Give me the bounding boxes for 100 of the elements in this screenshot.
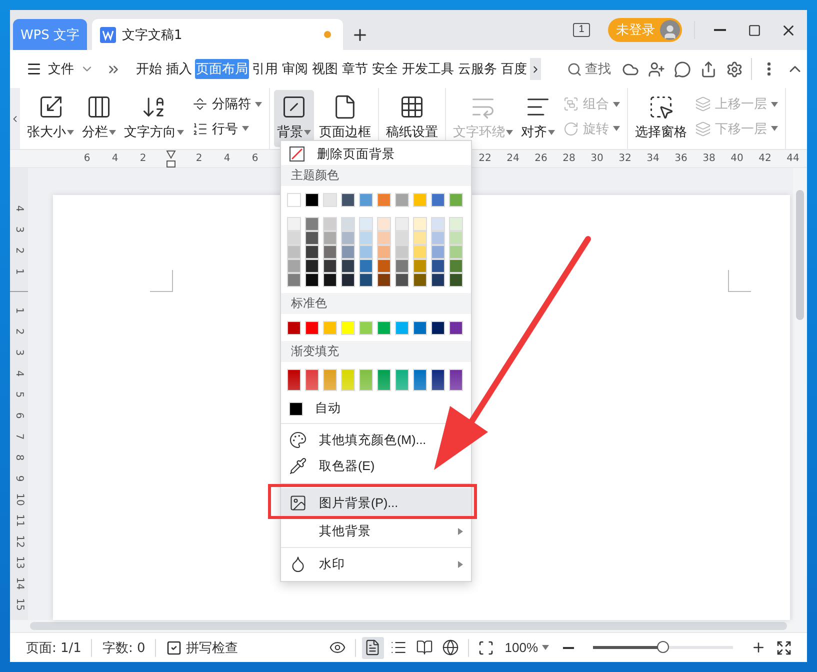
menu-item[interactable]: 自动 — [281, 397, 349, 420]
menu-item[interactable]: 水印 — [281, 551, 471, 577]
ribbon-tab[interactable]: 开始 — [135, 59, 163, 79]
color-swatch[interactable] — [431, 231, 445, 245]
color-swatch[interactable] — [395, 259, 409, 273]
color-swatch[interactable] — [341, 231, 355, 245]
ribbon-button[interactable]: 分隔符 — [189, 94, 265, 114]
color-swatch[interactable] — [341, 259, 355, 273]
scrollbar-thumb[interactable] — [796, 190, 804, 320]
color-swatch[interactable] — [323, 245, 337, 259]
color-swatch[interactable] — [323, 273, 337, 287]
scroll-tabs-button[interactable] — [530, 58, 541, 80]
color-swatch[interactable] — [359, 245, 373, 259]
color-swatch[interactable] — [287, 245, 301, 259]
spell-check-button[interactable]: 拼写检查 — [160, 638, 244, 656]
color-swatch[interactable] — [323, 259, 337, 273]
zoom-slider-thumb[interactable] — [657, 641, 669, 653]
color-swatch[interactable] — [323, 321, 337, 335]
color-swatch[interactable] — [305, 231, 319, 245]
gradient-swatch[interactable] — [395, 369, 409, 391]
zoom-level-button[interactable]: 100% — [498, 640, 555, 655]
color-swatch[interactable] — [431, 259, 445, 273]
color-swatch[interactable] — [377, 217, 391, 231]
color-swatch[interactable] — [413, 273, 427, 287]
ribbon-tab[interactable]: 云服务 — [457, 59, 498, 79]
color-swatch[interactable] — [449, 245, 463, 259]
color-swatch[interactable] — [395, 321, 409, 335]
ribbon-tab[interactable]: 插入 — [165, 59, 193, 79]
color-swatch[interactable] — [287, 321, 301, 335]
color-swatch[interactable] — [395, 217, 409, 231]
gradient-swatch[interactable] — [323, 369, 337, 391]
ribbon-tab[interactable]: 章节 — [341, 59, 369, 79]
color-swatch[interactable] — [323, 193, 337, 207]
ribbon-button[interactable]: 选择窗格 — [632, 90, 690, 147]
color-swatch[interactable] — [449, 273, 463, 287]
color-swatch[interactable] — [287, 193, 301, 207]
color-swatch[interactable] — [359, 217, 373, 231]
color-swatch[interactable] — [305, 217, 319, 231]
ribbon-button[interactable]: 背景 — [274, 90, 314, 147]
color-swatch[interactable] — [359, 273, 373, 287]
ribbon-tab[interactable]: 引用 — [251, 59, 279, 79]
menu-item[interactable]: 其他填充颜色(M)... — [281, 427, 434, 453]
color-swatch[interactable] — [431, 273, 445, 287]
color-swatch[interactable] — [359, 321, 373, 335]
window-count-button[interactable]: 1 — [573, 23, 590, 37]
color-swatch[interactable] — [359, 231, 373, 245]
color-swatch[interactable] — [431, 321, 445, 335]
color-swatch[interactable] — [341, 245, 355, 259]
document-tab[interactable]: 文字文稿1 — [92, 19, 343, 50]
search-button[interactable]: 查找 — [561, 59, 617, 79]
color-swatch[interactable] — [341, 193, 355, 207]
color-swatch[interactable] — [449, 217, 463, 231]
color-swatch[interactable] — [359, 259, 373, 273]
color-swatch[interactable] — [431, 217, 445, 231]
color-swatch[interactable] — [287, 259, 301, 273]
gradient-swatch[interactable] — [377, 369, 391, 391]
color-swatch[interactable] — [341, 321, 355, 335]
ribbon-button[interactable]: 行号 — [189, 118, 265, 139]
ribbon-tab[interactable]: 百度 — [500, 59, 528, 79]
color-swatch[interactable] — [413, 259, 427, 273]
color-swatch[interactable] — [395, 193, 409, 207]
color-swatch[interactable] — [377, 321, 391, 335]
gradient-swatch[interactable] — [413, 369, 427, 391]
color-swatch[interactable] — [359, 193, 373, 207]
ribbon-button[interactable]: 文字方向 — [121, 90, 187, 147]
color-swatch[interactable] — [305, 245, 319, 259]
color-swatch[interactable] — [413, 231, 427, 245]
color-swatch[interactable] — [287, 231, 301, 245]
gradient-swatch[interactable] — [341, 369, 355, 391]
color-swatch[interactable] — [377, 273, 391, 287]
color-swatch[interactable] — [395, 273, 409, 287]
gradient-swatch[interactable] — [305, 369, 319, 391]
color-swatch[interactable] — [305, 259, 319, 273]
color-swatch[interactable] — [341, 273, 355, 287]
file-menu-button[interactable]: 文件 — [22, 60, 98, 78]
color-swatch[interactable] — [287, 217, 301, 231]
ribbon-button[interactable]: 张大小 — [24, 90, 77, 147]
page-view-button[interactable] — [362, 636, 384, 658]
color-swatch[interactable] — [323, 231, 337, 245]
ribbon-tab[interactable]: 安全 — [371, 59, 399, 79]
ribbon-button[interactable]: 分栏 — [79, 90, 119, 147]
color-swatch[interactable] — [287, 273, 301, 287]
scrollbar-thumb[interactable] — [30, 622, 787, 630]
color-swatch[interactable] — [305, 193, 319, 207]
color-swatch[interactable] — [377, 245, 391, 259]
color-swatch[interactable] — [449, 259, 463, 273]
color-swatch[interactable] — [395, 231, 409, 245]
color-swatch[interactable] — [449, 231, 463, 245]
color-swatch[interactable] — [395, 245, 409, 259]
color-swatch[interactable] — [413, 193, 427, 207]
ribbon-tab[interactable]: 开发工具 — [401, 59, 455, 79]
ribbon-button[interactable]: 对齐 — [518, 90, 558, 147]
color-swatch[interactable] — [377, 231, 391, 245]
color-swatch[interactable] — [413, 217, 427, 231]
color-swatch[interactable] — [413, 245, 427, 259]
gradient-swatch[interactable] — [359, 369, 373, 391]
color-swatch[interactable] — [305, 273, 319, 287]
gradient-swatch[interactable] — [449, 369, 463, 391]
menu-item[interactable]: 图片背景(P)... — [281, 488, 471, 518]
color-swatch[interactable] — [449, 193, 463, 207]
